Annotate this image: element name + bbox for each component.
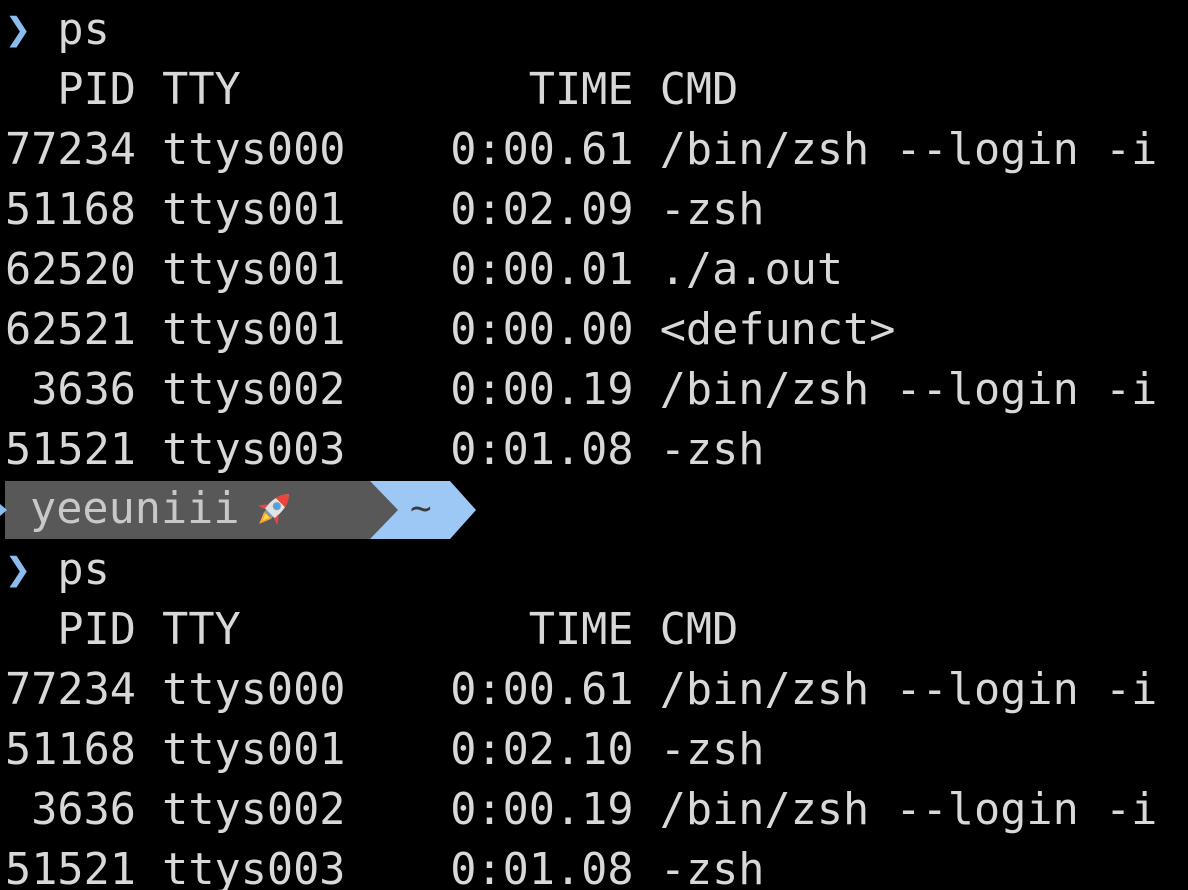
- ps-header: PID TTY TIME CMD: [5, 605, 739, 655]
- ps-header: PID TTY TIME CMD: [5, 65, 739, 115]
- prompt-chevron-icon: ❯: [5, 5, 32, 55]
- process-row: 3636 ttys002 0:00.19 /bin/zsh --login -i: [5, 365, 1158, 415]
- segment-separator-arrow: [370, 481, 398, 539]
- process-row: 51168 ttys001 0:02.09 -zsh: [5, 185, 765, 235]
- process-row: 62521 ttys001 0:00.00 <defunct>: [5, 305, 896, 355]
- terminal-window[interactable]: ❯ ps PID TTY TIME CMD 77234 ttys000 0:00…: [0, 0, 1188, 890]
- process-row: 3636 ttys002 0:00.19 /bin/zsh --login -i: [5, 785, 1158, 835]
- powerline-prompt: yeeuniii ~: [0, 480, 1188, 540]
- user-segment: yeeuniii: [5, 481, 370, 539]
- current-directory: ~: [410, 488, 432, 529]
- process-row: 77234 ttys000 0:00.61 /bin/zsh --login -…: [5, 665, 1158, 715]
- process-row: 51521 ttys003 0:01.08 -zsh: [5, 425, 765, 475]
- process-row: 51521 ttys003 0:01.08 -zsh: [5, 845, 765, 890]
- prompt-chevron-icon: ❯: [5, 545, 32, 595]
- command-text: ps: [57, 545, 110, 595]
- username: yeeuniii: [30, 484, 240, 534]
- command-line: ❯ ps: [5, 540, 1188, 600]
- segment-notch: [0, 504, 7, 516]
- command-line: ❯ ps: [5, 0, 1188, 60]
- command-text: ps: [57, 5, 110, 55]
- process-row: 62520 ttys001 0:00.01 ./a.out: [5, 245, 844, 295]
- process-row: 51168 ttys001 0:02.10 -zsh: [5, 725, 765, 775]
- process-row: 77234 ttys000 0:00.61 /bin/zsh --login -…: [5, 125, 1158, 175]
- rocket-icon: [257, 493, 289, 525]
- segment-separator-arrow: [450, 481, 476, 539]
